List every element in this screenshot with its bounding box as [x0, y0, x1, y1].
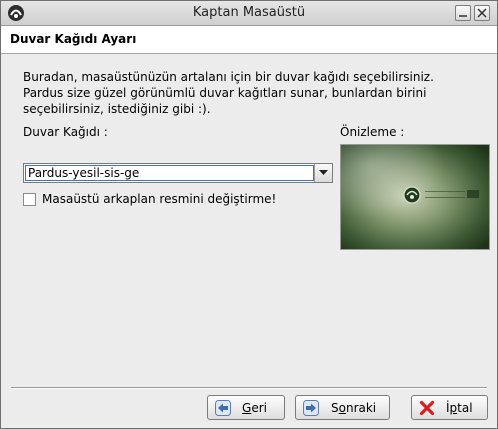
keep-background-checkbox[interactable] [23, 193, 36, 206]
wallpaper-preview-image [341, 145, 489, 249]
wallpaper-select-arrow[interactable] [314, 164, 332, 182]
minimize-button[interactable] [455, 5, 471, 21]
description-line-3: seçebilirsiniz, istediğiniz gibi :). [23, 102, 211, 116]
wallpaper-preview [340, 144, 490, 250]
description-line-2: Pardus size güzel görünümlü duvar kağıtl… [23, 86, 427, 100]
minimize-icon [459, 15, 467, 17]
wallpaper-select-value[interactable]: Pardus-yesil-sis-ge [25, 165, 314, 181]
footer-separator [11, 387, 487, 389]
kaptan-window: Kaptan Masaüstü Duvar Kağıdı Ayarı Burad… [0, 0, 498, 429]
window-title: Kaptan Masaüstü [192, 5, 306, 20]
description-line-1: Buradan, masaüstünüzün artalanı için bir… [23, 70, 434, 84]
next-button-label: Sonraki [331, 401, 377, 415]
description-text: Buradan, masaüstünüzün artalanı için bir… [23, 69, 463, 117]
cancel-button[interactable]: İptal [411, 395, 488, 420]
keep-background-label[interactable]: Masaüstü arkaplan resmini değiştirme! [42, 192, 276, 206]
arrow-left-icon [215, 400, 231, 416]
chevron-down-icon [319, 170, 328, 175]
wallpaper-select[interactable]: Pardus-yesil-sis-ge [23, 163, 333, 183]
next-button[interactable]: Sonraki [295, 395, 390, 420]
red-x-icon [419, 400, 435, 416]
title-bar[interactable]: Kaptan Masaüstü [1, 1, 497, 26]
close-icon [477, 8, 487, 18]
cancel-button-label: İptal [446, 401, 473, 415]
back-button-label: Geri [242, 401, 267, 415]
page-title: Duvar Kağıdı Ayarı [10, 32, 137, 46]
page-header: Duvar Kağıdı Ayarı [1, 26, 497, 54]
preview-label: Önizleme : [340, 125, 405, 139]
back-button[interactable]: Geri [207, 395, 285, 420]
close-button[interactable] [474, 5, 490, 21]
wallpaper-label: Duvar Kağıdı : [23, 125, 108, 139]
arrow-right-icon [303, 400, 319, 416]
